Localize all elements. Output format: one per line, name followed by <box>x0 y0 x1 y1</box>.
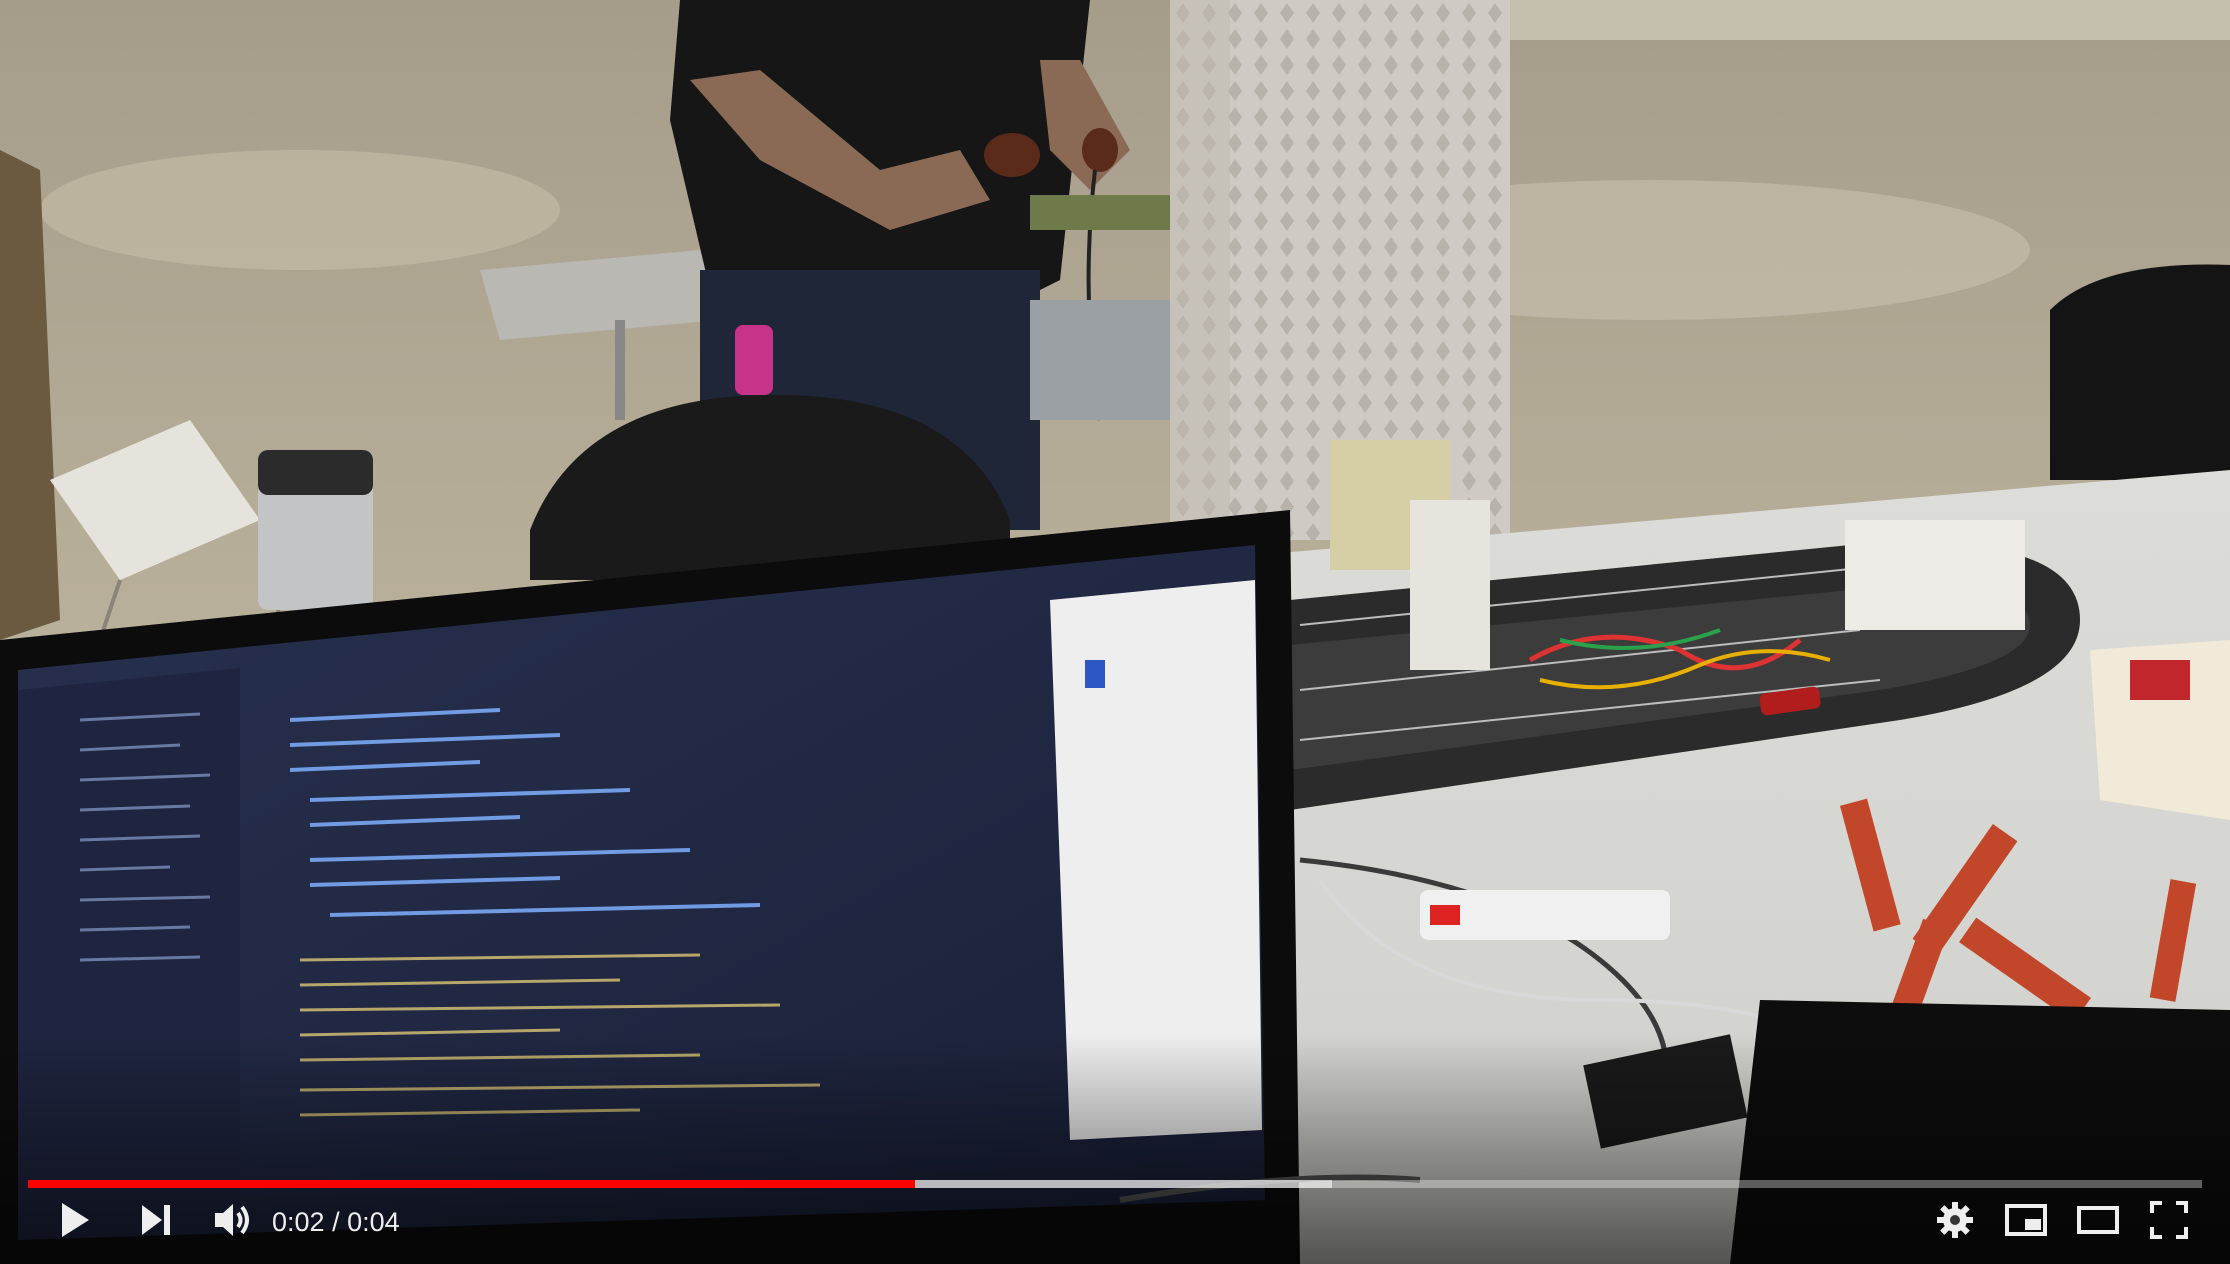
fullscreen-button[interactable] <box>2134 1192 2204 1252</box>
video-scene <box>0 0 2230 1264</box>
progress-played <box>28 1180 915 1188</box>
miniplayer-icon <box>2004 1203 2048 1242</box>
next-button[interactable] <box>120 1192 192 1252</box>
time-display: 0:02 / 0:04 <box>272 1192 400 1252</box>
gear-icon <box>1935 1200 1975 1245</box>
progress-bar[interactable] <box>28 1180 2202 1188</box>
volume-icon <box>212 1200 254 1245</box>
next-icon <box>139 1202 173 1243</box>
theater-mode-button[interactable] <box>2062 1192 2134 1252</box>
mute-button[interactable] <box>198 1192 268 1252</box>
play-button[interactable] <box>40 1192 110 1252</box>
time-current: 0:02 <box>272 1206 325 1237</box>
time-duration: 0:04 <box>347 1206 400 1237</box>
theater-mode-icon <box>2076 1205 2120 1240</box>
video-player[interactable]: 0:02 / 0:04 <box>0 0 2230 1264</box>
video-frame[interactable] <box>0 0 2230 1264</box>
fullscreen-icon <box>2150 1200 2188 1244</box>
player-controls: 0:02 / 0:04 <box>0 1192 2230 1252</box>
time-separator: / <box>324 1206 348 1237</box>
miniplayer-button[interactable] <box>1990 1192 2062 1252</box>
settings-button[interactable] <box>1920 1192 1990 1252</box>
play-icon <box>58 1200 92 1245</box>
